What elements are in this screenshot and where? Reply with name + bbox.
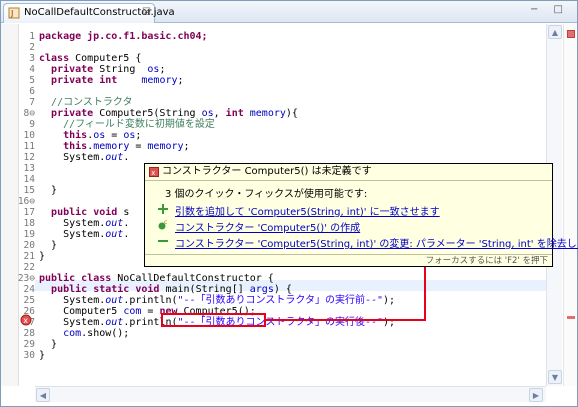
connector-line xyxy=(424,267,426,321)
quick-fix-popup[interactable]: x コンストラクター Computer5() は未定義です 3 個のクイック・フ… xyxy=(144,163,578,267)
code-line[interactable]: this.memory = memory; xyxy=(39,141,189,152)
svg-text:c: c xyxy=(164,219,167,226)
line-number: 1 xyxy=(29,31,35,42)
line-number: 30 xyxy=(23,350,35,361)
line-number: 4 xyxy=(29,64,35,75)
code-line[interactable]: System.out. xyxy=(39,152,129,163)
popup-status-bar: フォーカスするには 'F2' を押下 xyxy=(145,254,552,266)
code-line[interactable]: this.os = os; xyxy=(39,130,141,141)
code-line[interactable]: private String os; xyxy=(39,64,165,75)
line-number: 18 xyxy=(23,218,35,229)
code-line[interactable]: //コンストラクタ xyxy=(39,97,132,108)
line-number: 16⊖ xyxy=(17,196,35,207)
line-number: 13 xyxy=(23,163,35,174)
line-number: 20 xyxy=(23,240,35,251)
quick-fix-add-arguments[interactable]: 引数を追加して 'Computer5(String, int)' に一致させます xyxy=(175,203,440,218)
scroll-up-icon[interactable]: ▲ xyxy=(548,25,562,39)
code-line[interactable]: private int memory; xyxy=(39,75,184,86)
svg-text:x: x xyxy=(23,316,28,325)
code-line[interactable]: } xyxy=(39,350,45,361)
popup-error-message: x コンストラクター Computer5() は未定義です xyxy=(145,164,552,181)
line-number: 11 xyxy=(23,141,35,152)
line-number: 22 xyxy=(23,262,35,273)
code-line[interactable]: } xyxy=(39,339,57,350)
code-line[interactable]: package jp.co.f1.basic.ch04; xyxy=(39,31,208,42)
error-indicator-icon[interactable] xyxy=(567,30,575,38)
code-line[interactable]: public class NoCallDefaultConstructor { xyxy=(39,273,274,284)
code-line[interactable]: } xyxy=(39,251,45,262)
line-number: 23⊖ xyxy=(17,273,35,284)
code-line[interactable]: System.out. xyxy=(39,218,129,229)
code-line[interactable]: private Computer5(String os, int memory)… xyxy=(39,108,298,119)
horizontal-scrollbar[interactable]: ◀ ▶ xyxy=(35,386,546,402)
error-annotation-mark[interactable] xyxy=(567,316,575,319)
quick-fix-create-constructor[interactable]: コンストラクター 'Computer5()' の作成 xyxy=(175,219,360,234)
add-icon xyxy=(158,204,168,214)
line-number: 10 xyxy=(23,130,35,141)
tab-title: NoCallDefaultConstructor.java xyxy=(24,7,175,18)
line-number: 9 xyxy=(29,119,35,130)
line-number: 3 xyxy=(29,53,35,64)
code-line[interactable]: } xyxy=(39,240,57,251)
line-number: 28 xyxy=(23,328,35,339)
line-number: 8⊖ xyxy=(23,108,35,119)
window-buttons[interactable]: − □ xyxy=(530,4,569,15)
code-line[interactable]: public void s xyxy=(39,207,129,218)
line-number: 25 xyxy=(23,295,35,306)
svg-text:x: x xyxy=(151,169,155,177)
create-icon: c xyxy=(158,219,167,230)
overview-ruler[interactable] xyxy=(563,24,577,386)
error-marker-icon[interactable]: x xyxy=(20,314,32,326)
scroll-down-icon[interactable]: ▼ xyxy=(548,370,562,384)
close-icon[interactable]: ☒ xyxy=(142,4,151,22)
line-number: 17 xyxy=(23,207,35,218)
line-number: 21 xyxy=(23,251,35,262)
line-number: 15 xyxy=(23,185,35,196)
code-line[interactable]: com.show(); xyxy=(39,328,129,339)
line-number: 12 xyxy=(23,152,35,163)
error-icon: x xyxy=(149,167,159,177)
scroll-left-icon[interactable]: ◀ xyxy=(36,388,50,402)
line-number: 14 xyxy=(23,174,35,185)
svg-text:J: J xyxy=(10,9,13,18)
remove-icon xyxy=(158,240,168,242)
editor-window: J NoCallDefaultConstructor.java ☒ − □ 12… xyxy=(0,0,578,407)
editor-tab-bar: J NoCallDefaultConstructor.java ☒ − □ xyxy=(1,1,577,23)
line-number: 6 xyxy=(29,86,35,97)
error-highlight-box xyxy=(161,313,266,327)
code-line[interactable]: class Computer5 { xyxy=(39,53,141,64)
code-line[interactable]: System.out. xyxy=(39,229,129,240)
scroll-right-icon[interactable]: ▶ xyxy=(529,388,543,402)
tab-nocalldefaultconstructor[interactable]: J NoCallDefaultConstructor.java ☒ xyxy=(3,3,175,23)
code-line[interactable]: //フィールド変数に初期値を設定 xyxy=(39,119,215,130)
quick-fix-header: 3 個のクイック・フィックスが使用可能です: xyxy=(165,189,368,200)
code-line[interactable]: System.out.println("--「引数ありコンストラクタ」の実行前-… xyxy=(39,295,395,306)
connector-line xyxy=(266,319,426,321)
line-number: 29 xyxy=(23,339,35,350)
code-line[interactable]: public static void main(String[] args) { xyxy=(39,284,292,295)
java-file-icon: J xyxy=(8,7,20,19)
line-number: 5 xyxy=(29,75,35,86)
line-number: 2 xyxy=(29,42,35,53)
line-number: 24 xyxy=(23,284,35,295)
code-line[interactable]: } xyxy=(39,185,57,196)
line-number: 7 xyxy=(29,97,35,108)
quick-fix-change-constructor[interactable]: コンストラクター 'Computer5(String, int)' の変更: パ… xyxy=(175,235,578,250)
line-number: 19 xyxy=(23,229,35,240)
